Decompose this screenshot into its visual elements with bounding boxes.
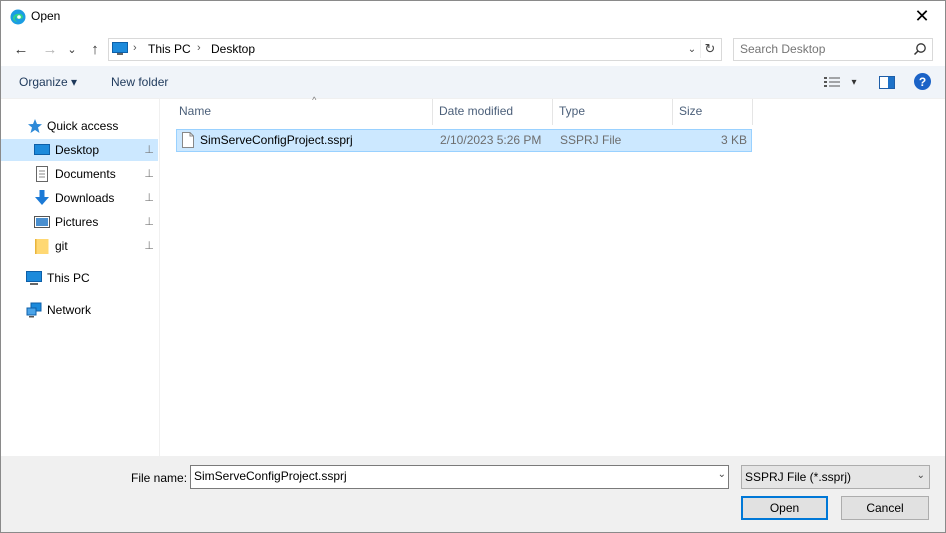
preview-pane-icon	[879, 75, 895, 89]
sidebar-item-desktop[interactable]: Desktop ⊥	[1, 139, 158, 161]
pin-icon: ⊥	[144, 144, 154, 156]
chevron-down-icon: ⌄	[67, 43, 77, 56]
cancel-button[interactable]: Cancel	[841, 496, 929, 520]
file-date-cell: 2/10/2023 5:26 PM	[440, 133, 542, 147]
file-type-filter-select[interactable]: SSPRJ File (*.ssprj) ⌄	[741, 465, 930, 489]
details-view-icon	[824, 77, 840, 87]
downloads-icon	[35, 190, 49, 205]
refresh-button[interactable]: ↻	[700, 40, 719, 58]
documents-icon	[36, 166, 48, 182]
refresh-icon: ↻	[704, 41, 716, 56]
folder-icon	[35, 239, 49, 254]
pictures-icon	[34, 216, 50, 228]
star-icon	[28, 119, 42, 133]
column-header-date-modified[interactable]: Date modified	[433, 99, 553, 125]
window-title: Open	[31, 9, 61, 23]
open-file-dialog: Open ✕ ← → ⌄ ↑ › This PC › Desktop ⌄ ↻ O…	[0, 0, 946, 533]
pin-icon: ⊥	[144, 216, 154, 228]
chevron-down-icon: ⌄	[717, 469, 726, 480]
address-dropdown-button[interactable]: ⌄	[685, 41, 699, 57]
sidebar-item-quick-access[interactable]: Quick access	[1, 115, 158, 137]
up-button[interactable]: ↑	[84, 38, 106, 60]
search-input[interactable]	[740, 42, 900, 56]
back-button[interactable]: ←	[10, 38, 32, 60]
sidebar-item-this-pc[interactable]: This PC	[1, 267, 158, 289]
sidebar-item-network[interactable]: Network	[1, 299, 158, 321]
title-bar: Open ✕	[1, 1, 945, 32]
preview-pane-button[interactable]	[877, 73, 897, 91]
new-folder-button[interactable]: New folder	[111, 75, 168, 89]
file-name-combobox: ⌄	[190, 465, 729, 489]
file-list: Name ^ Date modified Type Size SimServeC…	[160, 95, 945, 456]
navigation-pane: Quick access Desktop ⊥ Documents ⊥ Downl…	[1, 99, 160, 456]
close-icon: ✕	[914, 6, 930, 26]
desktop-icon	[34, 144, 50, 155]
sidebar-item-git[interactable]: git ⊥	[1, 235, 158, 257]
help-icon[interactable]: ?	[914, 73, 931, 90]
file-row-simserveconfigproject[interactable]: SimServeConfigProject.ssprj 2/10/2023 5:…	[176, 129, 752, 152]
column-header-type[interactable]: Type	[553, 99, 673, 125]
arrow-up-icon: ↑	[91, 40, 99, 58]
breadcrumb-desktop[interactable]: Desktop	[211, 42, 255, 56]
network-icon	[26, 302, 42, 318]
organize-button[interactable]: Organize ▾	[19, 75, 77, 89]
search-icon[interactable]	[913, 42, 927, 56]
address-bar[interactable]: › This PC › Desktop ⌄ ↻	[108, 38, 722, 61]
breadcrumb-separator: ›	[197, 42, 201, 54]
sidebar-item-documents[interactable]: Documents ⊥	[1, 163, 158, 185]
forward-button[interactable]: →	[39, 38, 61, 60]
file-name-cell: SimServeConfigProject.ssprj	[200, 133, 353, 147]
sidebar-item-downloads[interactable]: Downloads ⊥	[1, 187, 158, 209]
file-type-cell: SSPRJ File	[560, 133, 622, 147]
column-header-name[interactable]: Name ^	[173, 95, 433, 125]
arrow-left-icon: ←	[13, 40, 29, 58]
close-button[interactable]: ✕	[899, 1, 945, 32]
open-button[interactable]: Open	[741, 496, 828, 520]
chevron-down-icon: ⌄	[916, 470, 925, 481]
change-view-button[interactable]	[822, 73, 842, 91]
column-header-size[interactable]: Size	[673, 99, 753, 125]
file-size-cell: 3 KB	[720, 133, 747, 147]
pin-icon: ⊥	[144, 192, 154, 204]
file-name-label: File name:	[131, 471, 188, 485]
dialog-footer: File name: ⌄ SSPRJ File (*.ssprj) ⌄ Open…	[1, 456, 945, 532]
recent-locations-button[interactable]: ⌄	[63, 38, 81, 60]
sidebar-item-pictures[interactable]: Pictures ⊥	[1, 211, 158, 233]
pin-icon: ⊥	[144, 240, 154, 252]
chevron-down-icon: ⌄	[687, 43, 697, 55]
chevron-down-icon: ▾	[851, 76, 857, 88]
command-bar: Organize ▾ New folder ▾ ?	[1, 66, 945, 99]
search-box	[733, 38, 933, 61]
computer-icon	[112, 42, 128, 55]
edge-app-icon	[10, 9, 26, 25]
file-name-input[interactable]	[194, 469, 704, 483]
breadcrumb-separator: ›	[133, 42, 137, 54]
sort-ascending-icon: ^	[312, 95, 317, 105]
pin-icon: ⊥	[144, 168, 154, 180]
arrow-right-icon: →	[42, 40, 58, 58]
file-icon	[182, 132, 194, 148]
file-name-dropdown-button[interactable]: ⌄	[718, 469, 726, 480]
file-type-filter-value: SSPRJ File (*.ssprj)	[745, 470, 852, 484]
computer-icon	[26, 271, 42, 285]
breadcrumb-this-pc[interactable]: This PC	[148, 42, 191, 56]
view-options-dropdown[interactable]: ▾	[844, 73, 864, 91]
